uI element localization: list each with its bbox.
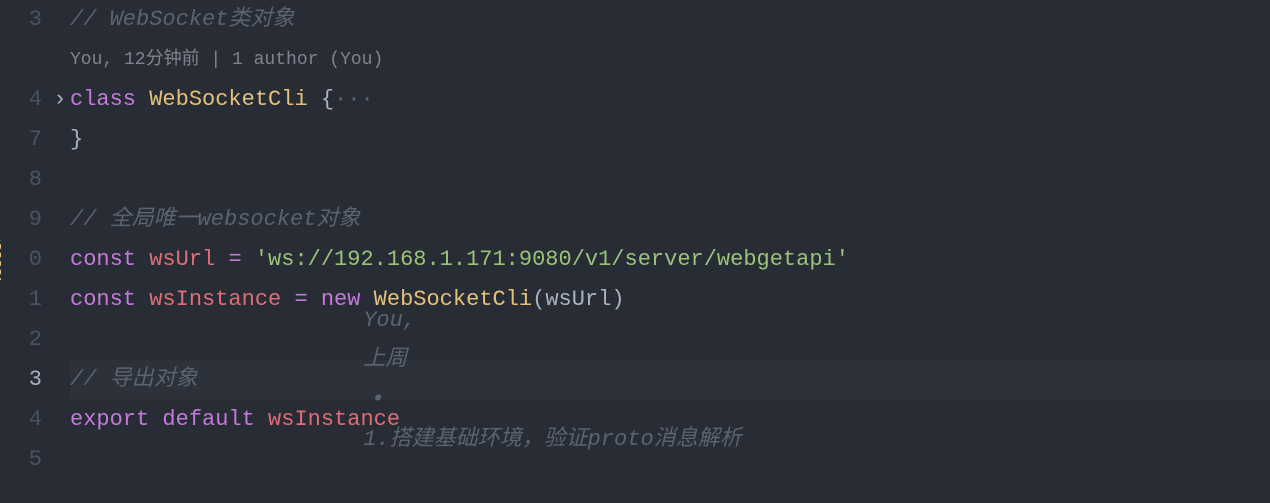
string-literal: 'ws://192.168.1.171:9080/v1/server/webge… bbox=[255, 240, 849, 280]
blame-message: 1.搭建基础环境，验证proto消息解析 bbox=[363, 427, 741, 452]
keyword-class: class bbox=[70, 80, 136, 120]
keyword-export: export bbox=[70, 400, 149, 440]
line-number: 8 bbox=[0, 160, 42, 200]
fold-cell bbox=[50, 280, 70, 320]
variable-name: wsUrl bbox=[149, 240, 215, 280]
line-number: 9 bbox=[0, 200, 42, 240]
fold-cell bbox=[50, 160, 70, 200]
code-line[interactable]: class WebSocketCli {··· bbox=[70, 80, 1270, 120]
git-blame-annotation[interactable]: You, 上周 • 1.搭建基础环境，验证proto消息解析 bbox=[258, 261, 742, 499]
code-area[interactable]: // WebSocket类对象 You, 12分钟前 | 1 author (Y… bbox=[70, 0, 1270, 503]
line-number: 4 bbox=[0, 400, 42, 440]
comment-text: // 全局唯一websocket对象 bbox=[70, 200, 360, 240]
brace-open: { bbox=[321, 80, 334, 120]
code-editor[interactable]: 3 4 7 8 9 0 1 2 3 4 5 › // WebSocket类对象 … bbox=[0, 0, 1270, 503]
fold-cell bbox=[50, 200, 70, 240]
line-number: 4 bbox=[0, 80, 42, 120]
line-number: 1 bbox=[0, 280, 42, 320]
comment-text: // 导出对象 bbox=[70, 360, 198, 400]
code-line[interactable]: // WebSocket类对象 bbox=[70, 0, 1270, 40]
fold-column: › bbox=[50, 0, 70, 503]
blame-author: You, bbox=[363, 308, 416, 333]
code-line[interactable]: // 全局唯一websocket对象 bbox=[70, 200, 1270, 240]
class-name: WebSocketCli bbox=[149, 80, 307, 120]
code-line[interactable]: const wsUrl = 'ws://192.168.1.171:9080/v… bbox=[70, 240, 1270, 280]
comment-text: // WebSocket类对象 bbox=[70, 0, 294, 40]
line-number bbox=[0, 40, 42, 80]
line-number: 3 bbox=[0, 0, 42, 40]
codelens-line[interactable]: You, 12分钟前 | 1 author (You) bbox=[70, 40, 1270, 80]
line-number: 2 bbox=[0, 320, 42, 360]
keyword-const: const bbox=[70, 240, 136, 280]
keyword-const: const bbox=[70, 280, 136, 320]
fold-toggle[interactable]: › bbox=[50, 80, 70, 120]
line-number: 3 bbox=[0, 360, 42, 400]
fold-cell bbox=[50, 320, 70, 360]
line-number: 5 bbox=[0, 440, 42, 480]
codelens-text[interactable]: You, 12分钟前 | 1 author (You) bbox=[70, 44, 383, 76]
fold-cell bbox=[50, 240, 70, 280]
line-number: 7 bbox=[0, 120, 42, 160]
operator-equals: = bbox=[228, 240, 241, 280]
gutter-modified-icon[interactable] bbox=[0, 240, 1, 280]
brace-close: } bbox=[70, 120, 83, 160]
fold-cell bbox=[50, 40, 70, 80]
keyword-default: default bbox=[162, 400, 254, 440]
code-line[interactable]: } bbox=[70, 120, 1270, 160]
blame-time: 上周 bbox=[363, 347, 407, 372]
code-line[interactable] bbox=[70, 160, 1270, 200]
fold-cell bbox=[50, 0, 70, 40]
fold-cell bbox=[50, 360, 70, 400]
fold-cell bbox=[50, 120, 70, 160]
fold-cell bbox=[50, 440, 70, 480]
line-number-gutter: 3 4 7 8 9 0 1 2 3 4 5 bbox=[0, 0, 50, 503]
variable-name: wsInstance bbox=[268, 400, 400, 440]
fold-cell bbox=[50, 400, 70, 440]
fold-ellipsis-icon[interactable]: ··· bbox=[334, 80, 374, 120]
code-line-active[interactable]: // 导出对象 You, 上周 • 1.搭建基础环境，验证proto消息解析 bbox=[70, 360, 1270, 400]
line-number: 0 bbox=[0, 240, 42, 280]
